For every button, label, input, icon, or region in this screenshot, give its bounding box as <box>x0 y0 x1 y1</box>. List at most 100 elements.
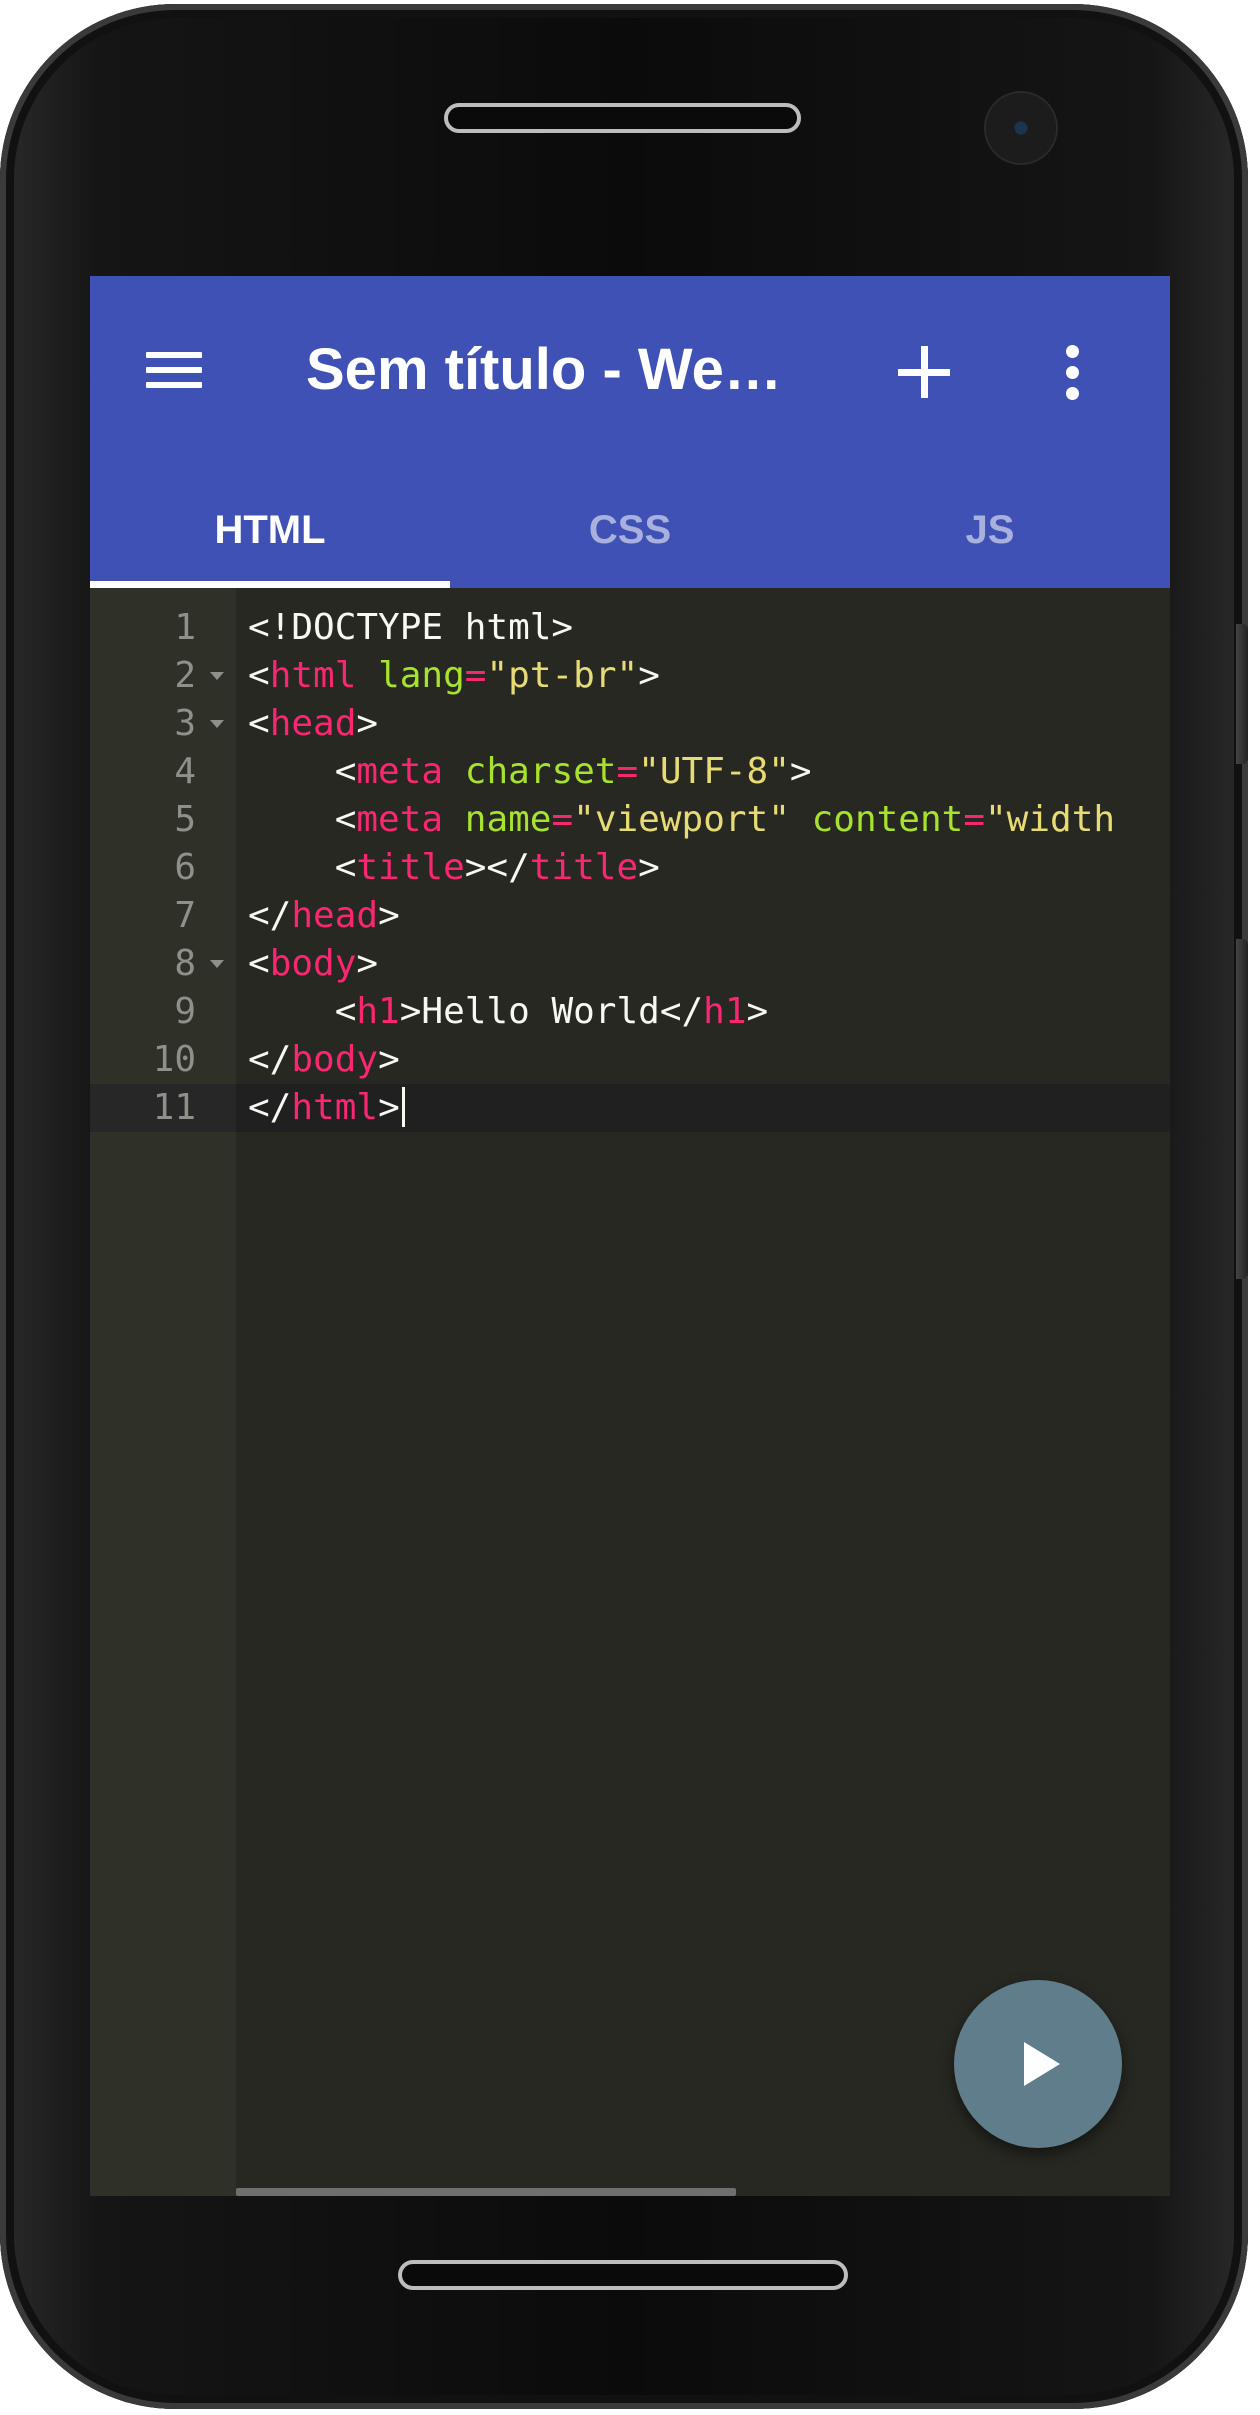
code-line[interactable]: 6 <title></title> <box>90 844 1170 892</box>
more-vert-icon[interactable] <box>1052 332 1092 412</box>
horizontal-scrollbar[interactable] <box>236 2188 736 2196</box>
run-button[interactable] <box>954 1980 1122 2148</box>
code-token: = <box>551 799 574 840</box>
code-token: < <box>248 703 270 744</box>
code-token: >Hello World</ <box>399 991 704 1032</box>
code-line[interactable]: 7 </head> <box>90 892 1170 940</box>
line-number-cell: 7 <box>90 892 236 940</box>
power-button <box>1236 624 1248 764</box>
fold-arrow-icon[interactable] <box>210 960 224 968</box>
line-number: 10 <box>152 1039 196 1080</box>
line-number: 4 <box>174 751 196 792</box>
front-camera <box>986 93 1056 163</box>
code-token: < <box>248 655 270 696</box>
tab-js[interactable]: JS <box>810 472 1170 588</box>
code-line[interactable]: 10 </body> <box>90 1036 1170 1084</box>
bottom-speaker <box>398 2260 848 2290</box>
code-token: html <box>291 1087 379 1128</box>
code-line[interactable]: 4 <meta charset="UTF-8"> <box>90 748 1170 796</box>
code-line[interactable]: 2 <html lang="pt-br"> <box>90 652 1170 700</box>
code-line[interactable]: 8 <body> <box>90 940 1170 988</box>
code-token: head <box>269 703 357 744</box>
tab-html[interactable]: HTML <box>90 472 450 588</box>
fold-arrow-icon[interactable] <box>210 672 224 680</box>
line-number: 8 <box>174 943 196 984</box>
code-token: lang <box>378 655 465 696</box>
line-number: 3 <box>174 703 196 744</box>
code-token: h1 <box>703 991 747 1032</box>
code-token: html <box>269 655 357 696</box>
code-line[interactable]: 11 </html> <box>90 1084 1170 1132</box>
code-token: charset <box>464 751 617 792</box>
code-text: </body> <box>248 1036 400 1084</box>
line-number: 2 <box>174 655 196 696</box>
code-token: > <box>638 655 660 696</box>
line-number-cell: 9 <box>90 988 236 1036</box>
editor-tabs: HTML CSS JS <box>90 472 1170 588</box>
tab-css[interactable]: CSS <box>450 472 810 588</box>
code-token: title <box>529 847 639 888</box>
text-cursor <box>401 1087 405 1127</box>
code-token: "width <box>985 799 1116 840</box>
code-token: "pt-br" <box>486 655 639 696</box>
app-bar: Sem título - We… HTML CSS JS <box>90 276 1170 588</box>
line-number-cell: 8 <box>90 940 236 988</box>
code-token: > <box>638 847 660 888</box>
code-token: <!DOCTYPE html> <box>248 607 574 648</box>
code-token: < <box>248 991 357 1032</box>
code-token: </ <box>248 1087 292 1128</box>
hamburger-menu-icon[interactable] <box>146 340 206 400</box>
code-token: title <box>356 847 465 888</box>
code-token: name <box>464 799 552 840</box>
code-token: body <box>269 943 357 984</box>
line-number: 6 <box>174 847 196 888</box>
screen: Sem título - We… HTML CSS JS 1 <!DOCTYPE … <box>90 276 1170 2196</box>
volume-button <box>1236 939 1248 1279</box>
code-token: < <box>248 799 357 840</box>
code-text: <head> <box>248 700 378 748</box>
page-title: Sem título - We… <box>306 337 776 402</box>
code-text: <meta charset="UTF-8"> <box>248 748 812 796</box>
code-token: h1 <box>356 991 400 1032</box>
code-editor[interactable]: 1 <!DOCTYPE html> 2 <html lang="pt-br"> 3 <he… <box>90 588 1170 2196</box>
line-number: 1 <box>174 607 196 648</box>
code-line[interactable]: 5 <meta name="viewport" content="width <box>90 796 1170 844</box>
code-token: meta <box>356 799 444 840</box>
phone-frame: Sem título - We… HTML CSS JS 1 <!DOCTYPE … <box>0 4 1248 2409</box>
fold-arrow-icon[interactable] <box>210 720 224 728</box>
code-line[interactable]: 3 <head> <box>90 700 1170 748</box>
code-token: > <box>356 943 379 984</box>
line-number: 7 <box>174 895 196 936</box>
play-icon <box>1024 2042 1060 2086</box>
code-text: </head> <box>248 892 400 940</box>
code-token: > <box>356 703 379 744</box>
code-token: > <box>378 1087 400 1128</box>
code-line[interactable]: 1 <!DOCTYPE html> <box>90 604 1170 652</box>
code-token: content <box>811 799 964 840</box>
code-token: = <box>963 799 985 840</box>
code-token: "UTF-8" <box>638 751 790 792</box>
code-token: = <box>616 751 639 792</box>
code-text: <!DOCTYPE html> <box>248 604 573 652</box>
code-token: > <box>378 1039 400 1080</box>
code-line[interactable]: 9 <h1>Hello World</h1> <box>90 988 1170 1036</box>
code-token: </ <box>248 895 292 936</box>
code-token: meta <box>356 751 444 792</box>
line-number: 11 <box>152 1087 196 1128</box>
code-text: <title></title> <box>248 844 660 892</box>
plus-icon[interactable] <box>886 334 962 410</box>
code-token: body <box>291 1039 379 1080</box>
code-text: <html lang="pt-br"> <box>248 652 660 700</box>
code-token: "viewport" <box>573 799 790 840</box>
line-number-cell: 10 <box>90 1036 236 1084</box>
code-text: <meta name="viewport" content="width <box>248 796 1115 844</box>
code-token: > <box>789 751 812 792</box>
code-token: = <box>464 655 487 696</box>
code-token: head <box>291 895 379 936</box>
line-number-cell: 5 <box>90 796 236 844</box>
code-token: < <box>248 943 270 984</box>
